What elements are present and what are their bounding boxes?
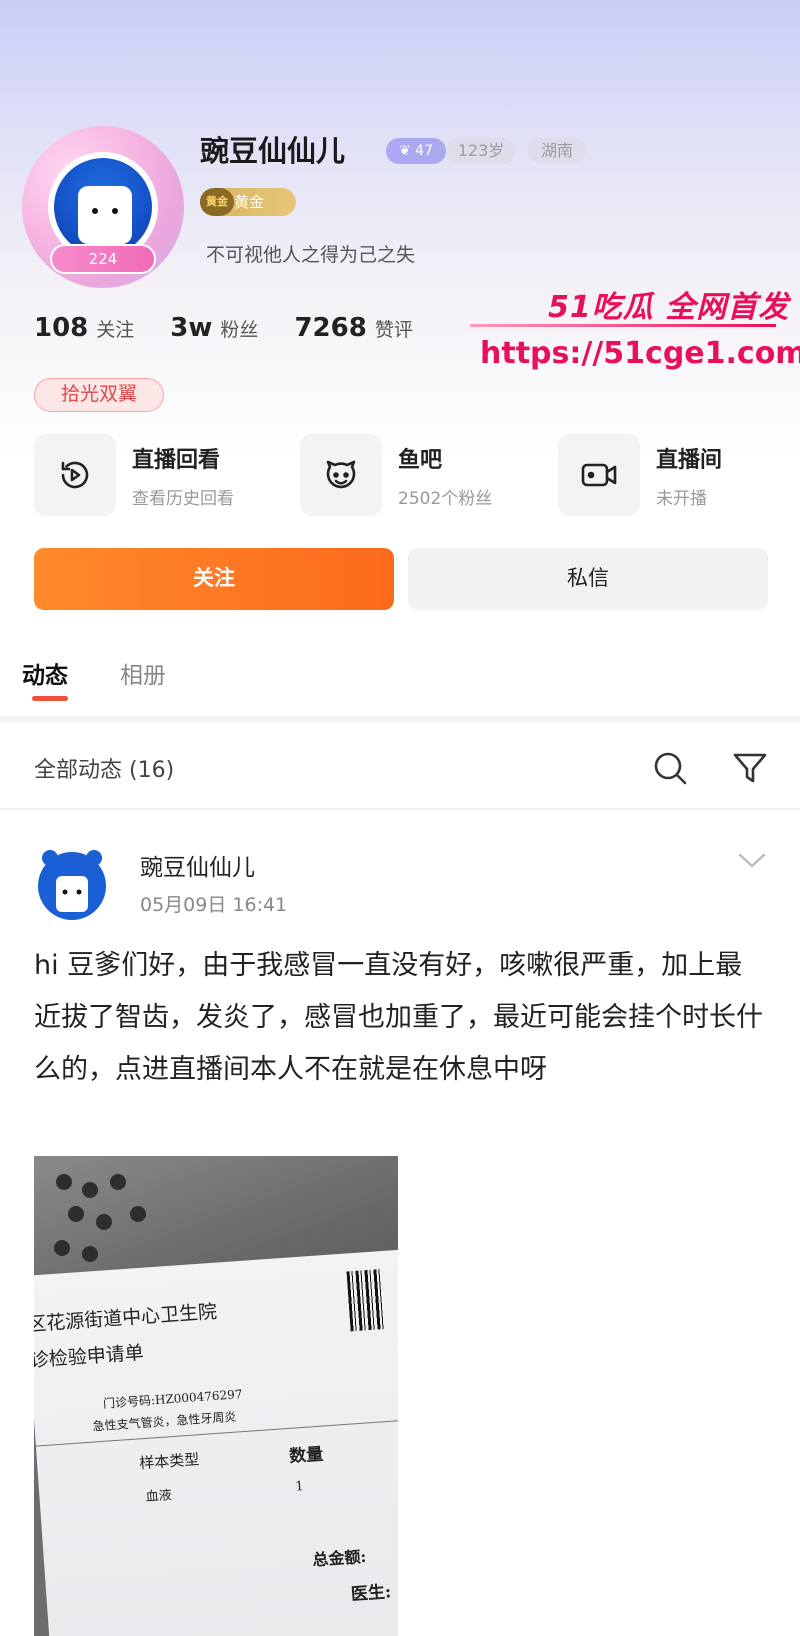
post-author-avatar[interactable]	[34, 846, 110, 922]
profile-page: 224 豌豆仙仙儿 ❦ 47 123岁 湖南 黄金 黄金 不可视他人之得为己之失…	[0, 0, 800, 1636]
follow-button[interactable]: 关注	[34, 548, 394, 610]
video-camera-icon	[558, 434, 640, 516]
barcode	[346, 1269, 385, 1332]
wing-icon: ❦	[398, 143, 411, 159]
tab-album[interactable]: 相册	[120, 656, 166, 690]
chevron-down-icon[interactable]	[738, 852, 766, 870]
age-tag: 123岁	[446, 138, 516, 164]
feature-live-replay[interactable]: 直播回看 查看历史回看	[34, 434, 234, 516]
feed-divider	[0, 808, 800, 810]
stat-likes[interactable]: 7268 赞评	[294, 313, 412, 343]
avatar[interactable]: 224	[22, 126, 184, 288]
filter-icon[interactable]	[730, 748, 770, 788]
avatar-level-badge: 224	[50, 244, 156, 274]
stat-following[interactable]: 108 关注	[34, 313, 134, 343]
feature-live-room[interactable]: 直播间 未开播	[558, 434, 722, 516]
watermark-line	[470, 324, 776, 327]
feed-filter-label[interactable]: 全部动态 (16)	[34, 752, 174, 784]
post-author-name[interactable]: 豌豆仙仙儿	[140, 848, 255, 882]
watermark-title: 51吃瓜 全网首发	[548, 290, 790, 325]
section-divider	[0, 716, 800, 722]
active-tab-indicator	[32, 696, 68, 701]
rank-medal-icon: 黄金	[200, 188, 234, 216]
post-content: hi 豆爹们好，由于我感冒一直没有好，咳嗽很严重，加上最近拔了智齿，发炎了，感冒…	[34, 950, 763, 1085]
replay-icon	[34, 434, 116, 516]
profile-stats: 108 关注 3w 粉丝 7268 赞评	[34, 313, 449, 343]
profile-signature: 不可视他人之得为己之失	[206, 244, 416, 266]
stat-fans[interactable]: 3w 粉丝	[170, 313, 258, 343]
post-timestamp: 05月09日 16:41	[140, 894, 288, 916]
post-image[interactable]: 区花源街道中心卫生院 诊检验申请单 门诊号码:HZ000476297 急性支气管…	[34, 1156, 398, 1636]
medical-form: 区花源街道中心卫生院 诊检验申请单 门诊号码:HZ000476297 急性支气管…	[34, 1246, 398, 1636]
fish-bar-icon	[300, 434, 382, 516]
fan-medal-tag[interactable]: 拾光双翼	[34, 378, 164, 412]
watermark-url: https://51cge1.com	[480, 336, 800, 371]
region-tag: 湖南	[528, 138, 586, 164]
tab-dynamics[interactable]: 动态	[22, 656, 68, 690]
feature-fish-bar[interactable]: 鱼吧 2502个粉丝	[300, 434, 492, 516]
message-button[interactable]: 私信	[408, 548, 768, 610]
level-badge: ❦ 47	[386, 138, 446, 164]
profile-username: 豌豆仙仙儿	[200, 134, 346, 168]
search-icon[interactable]	[650, 748, 690, 788]
